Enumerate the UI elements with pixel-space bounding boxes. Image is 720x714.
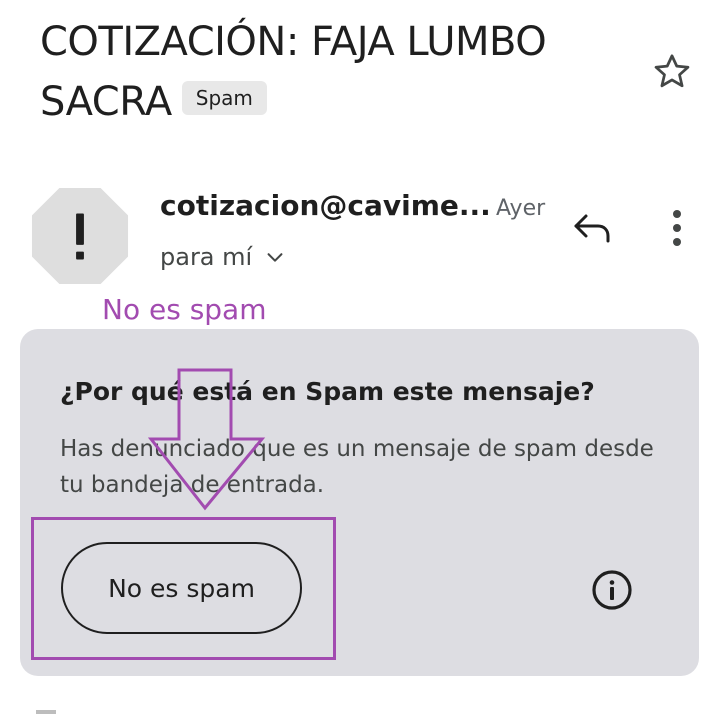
spam-card-title: ¿Por qué está en Spam este mensaje? xyxy=(60,377,595,406)
spam-card-description: Has denunciado que es un mensaje de spam… xyxy=(60,436,654,498)
email-subject: COTIZACIÓN: FAJA LUMBO SACRA Spam xyxy=(40,12,640,132)
email-view: COTIZACIÓN: FAJA LUMBO SACRA Spam cotizac… xyxy=(0,0,720,714)
message-date: Ayer xyxy=(496,196,546,221)
spam-label-badge[interactable]: Spam xyxy=(181,81,267,115)
next-content-edge xyxy=(36,710,56,714)
recipient-toggle[interactable]: para mí xyxy=(160,243,286,271)
chevron-down-icon[interactable] xyxy=(264,246,286,268)
more-options-icon[interactable] xyxy=(660,206,694,250)
not-spam-button[interactable]: No es spam xyxy=(61,542,302,634)
recipient-label: para mí xyxy=(160,243,253,271)
info-icon[interactable] xyxy=(591,569,633,611)
annotation-label: No es spam xyxy=(102,293,267,326)
reply-icon[interactable] xyxy=(570,208,614,248)
sender-address[interactable]: cotizacion@cavime... xyxy=(160,189,491,222)
spam-explanation-card: ¿Por qué está en Spam este mensaje? Has … xyxy=(20,329,699,676)
sender-avatar-warning-icon[interactable] xyxy=(31,187,129,285)
star-icon[interactable] xyxy=(650,50,694,94)
subject-text: COTIZACIÓN: FAJA LUMBO SACRA xyxy=(40,19,547,125)
